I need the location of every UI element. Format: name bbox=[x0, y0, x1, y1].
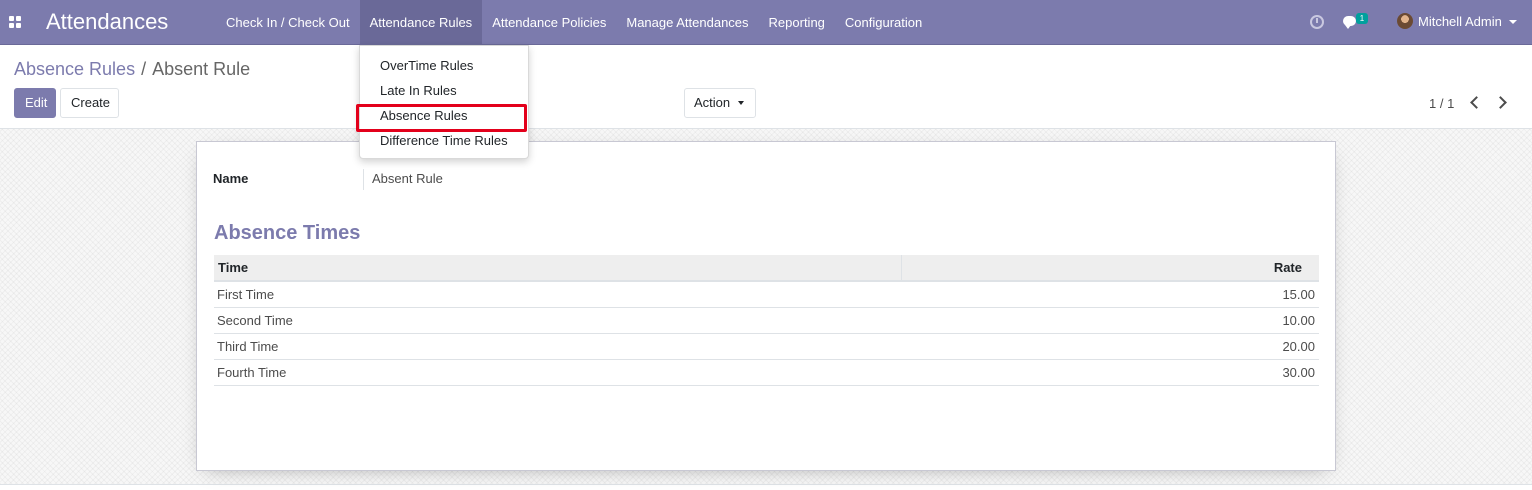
top-navbar: Attendances Check In / Check Out Attenda… bbox=[0, 0, 1532, 45]
rate-cell: 10.00 bbox=[901, 307, 1319, 334]
table-row[interactable]: First Time 15.00 bbox=[214, 281, 1319, 308]
action-label: Action bbox=[694, 95, 731, 110]
action-dropdown-button[interactable]: Action bbox=[684, 88, 756, 118]
breadcrumb-current: Absent Rule bbox=[152, 59, 251, 79]
breadcrumb-parent-link[interactable]: Absence Rules bbox=[14, 59, 135, 79]
control-panel: Absence Rules / Absent Rule Edit Create Ac… bbox=[0, 45, 1532, 129]
user-menu-name[interactable]: Mitchell Admin bbox=[1418, 14, 1502, 30]
table-row[interactable]: Fourth Time 30.00 bbox=[214, 359, 1319, 386]
form-sheet: Name Absent Rule Absence Times Time Rate… bbox=[196, 141, 1336, 471]
table-header-row: Time Rate bbox=[214, 255, 1319, 282]
name-field-label: Name bbox=[213, 171, 249, 186]
time-cell: Second Time bbox=[214, 307, 902, 334]
table-row[interactable]: Third Time 20.00 bbox=[214, 333, 1319, 360]
menu-item-configuration[interactable]: Configuration bbox=[835, 0, 932, 45]
field-divider bbox=[363, 169, 364, 190]
menu-item-reporting[interactable]: Reporting bbox=[759, 0, 835, 45]
attendance-rules-dropdown: OverTime Rules Late In Rules Absence Rul… bbox=[359, 45, 529, 159]
absence-times-table: Time Rate First Time 15.00 Second Time 1… bbox=[214, 255, 1319, 391]
dropdown-item-difference-time-rules[interactable]: Difference Time Rules bbox=[360, 128, 528, 153]
chevron-left-icon[interactable] bbox=[1470, 96, 1483, 109]
name-field-value: Absent Rule bbox=[372, 171, 443, 186]
dropdown-item-absence-rules[interactable]: Absence Rules bbox=[360, 103, 528, 128]
apps-grid-icon[interactable] bbox=[9, 16, 21, 28]
dropdown-item-late-in-rules[interactable]: Late In Rules bbox=[360, 78, 528, 103]
table-footer bbox=[214, 385, 1319, 391]
edit-button[interactable]: Edit bbox=[14, 88, 56, 118]
chat-badge: 1 bbox=[1356, 13, 1368, 24]
menu-item-attendance-policies[interactable]: Attendance Policies bbox=[482, 0, 616, 45]
dropdown-item-overtime-rules[interactable]: OverTime Rules bbox=[360, 53, 528, 78]
rate-cell: 30.00 bbox=[901, 359, 1319, 386]
caret-down-icon bbox=[738, 101, 744, 105]
time-cell: First Time bbox=[214, 281, 902, 308]
chevron-right-icon[interactable] bbox=[1494, 96, 1507, 109]
time-cell: Fourth Time bbox=[214, 359, 902, 386]
pager-value[interactable]: 1 / 1 bbox=[1429, 96, 1454, 112]
time-cell: Third Time bbox=[214, 333, 902, 360]
column-header-rate[interactable]: Rate bbox=[901, 255, 1319, 282]
table-footer-cell bbox=[214, 385, 1319, 391]
chat-icon[interactable] bbox=[1343, 16, 1356, 29]
rate-cell: 20.00 bbox=[901, 333, 1319, 360]
table-row[interactable]: Second Time 10.00 bbox=[214, 307, 1319, 334]
menu-item-attendance-rules[interactable]: Attendance Rules bbox=[359, 0, 483, 45]
rate-cell: 15.00 bbox=[901, 281, 1319, 308]
menu-item-manage-attendances[interactable]: Manage Attendances bbox=[616, 0, 758, 45]
avatar[interactable] bbox=[1397, 13, 1413, 29]
app-title[interactable]: Attendances bbox=[46, 9, 168, 35]
breadcrumb-separator: / bbox=[141, 59, 147, 79]
create-button[interactable]: Create bbox=[60, 88, 119, 118]
column-header-time[interactable]: Time bbox=[214, 255, 902, 282]
form-view-background: Name Absent Rule Absence Times Time Rate… bbox=[0, 129, 1532, 485]
section-title: Absence Times bbox=[214, 222, 361, 244]
caret-down-icon[interactable] bbox=[1509, 20, 1517, 24]
menu-item-check-in-check-out[interactable]: Check In / Check Out bbox=[216, 0, 360, 45]
breadcrumb: Absence Rules / Absent Rule bbox=[14, 58, 250, 80]
main-menu: Check In / Check Out Attendance Rules At… bbox=[216, 0, 932, 45]
clock-icon[interactable] bbox=[1310, 15, 1324, 29]
